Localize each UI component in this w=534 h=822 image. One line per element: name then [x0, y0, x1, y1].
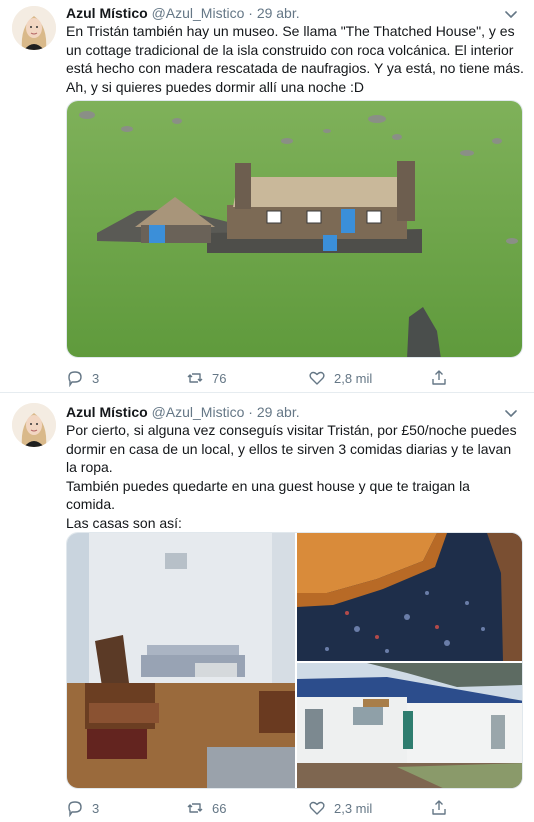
tweet-text-line: la ropa. — [66, 459, 113, 475]
tweet-actions: 3 76 2,8 mil — [66, 368, 466, 388]
house-exterior-image — [297, 663, 522, 788]
user-handle[interactable]: @Azul_Mistico — [152, 5, 245, 21]
tweet-1[interactable]: Azul Místico @Azul_Mistico · 29 abr. En … — [0, 0, 534, 392]
reply-count: 3 — [92, 800, 100, 816]
tweet-text: Por cierto, si alguna vez conseguís visi… — [66, 421, 528, 532]
reply-icon — [68, 801, 82, 817]
tweet-header: Azul Místico @Azul_Mistico · 29 abr. — [66, 4, 300, 22]
tweet-timestamp[interactable]: 29 abr. — [257, 5, 300, 21]
share-icon — [432, 370, 446, 385]
tweet-text-line: comida. — [66, 496, 116, 512]
like-count: 2,8 mil — [334, 370, 373, 386]
tweet-text-line: En Tristán también hay un museo. Se llam… — [66, 23, 515, 39]
retweet-count: 76 — [212, 370, 227, 386]
reply-count: 3 — [92, 370, 100, 386]
tweet-text-line: Por cierto, si alguna vez conseguís visi… — [66, 422, 517, 438]
tweet-timestamp[interactable]: 29 abr. — [257, 404, 300, 420]
tweet-text: En Tristán también hay un museo. Se llam… — [66, 22, 528, 96]
living-room-image — [67, 533, 295, 788]
tweet-actions: 3 66 2,3 mil — [66, 798, 466, 818]
separator-dot: · — [248, 5, 253, 21]
avatar[interactable] — [12, 6, 56, 50]
user-handle[interactable]: @Azul_Mistico — [152, 404, 245, 420]
retweet-count: 66 — [212, 800, 227, 816]
tweet-photo-grid — [66, 532, 523, 789]
house-exterior-photo[interactable] — [297, 663, 522, 788]
display-name[interactable]: Azul Místico — [66, 404, 148, 420]
retweet-icon — [187, 373, 203, 383]
reply-button[interactable]: 3 — [66, 798, 99, 818]
living-room-photo[interactable] — [67, 533, 295, 788]
like-button[interactable]: 2,8 mil — [308, 368, 372, 388]
reply-button[interactable]: 3 — [66, 368, 99, 388]
share-icon — [432, 800, 446, 815]
retweet-icon — [187, 803, 203, 813]
tweet-text-line: También puedes quedarte en una guest hou… — [66, 477, 470, 494]
chevron-down-icon[interactable] — [502, 5, 520, 23]
reply-icon — [68, 371, 82, 387]
heart-icon — [309, 371, 325, 385]
tweet-text-line: dormir en casa de un local, y ellos te s… — [66, 440, 512, 457]
chevron-down-icon[interactable] — [502, 404, 520, 422]
avatar-image — [12, 6, 56, 50]
tweet-text-line: Las casas son así: — [66, 514, 182, 531]
share-button[interactable] — [430, 798, 448, 818]
bedroom-carpet-photo[interactable] — [297, 533, 522, 661]
retweet-button[interactable]: 76 — [186, 368, 226, 388]
separator-dot: · — [248, 404, 253, 420]
share-button[interactable] — [430, 368, 448, 388]
thatched-house-photo — [67, 101, 522, 357]
retweet-button[interactable]: 66 — [186, 798, 226, 818]
display-name[interactable]: Azul Místico — [66, 5, 148, 21]
tweet-header: Azul Místico @Azul_Mistico · 29 abr. — [66, 403, 300, 421]
like-count: 2,3 mil — [334, 800, 373, 816]
tweet-text-line: está hecho con madera rescatada de naufr… — [66, 60, 524, 76]
avatar[interactable] — [12, 403, 56, 447]
like-button[interactable]: 2,3 mil — [308, 798, 372, 818]
tweet-photo[interactable] — [66, 100, 523, 358]
carpet-image — [297, 533, 522, 661]
tweet-text-line: un cottage tradicional de la isla constr… — [66, 41, 514, 58]
tweet-2[interactable]: Azul Místico @Azul_Mistico · 29 abr. Por… — [0, 393, 534, 822]
avatar-image — [12, 403, 56, 447]
tweet-text-line: Ah, y si quieres puedes dormir allí una … — [66, 78, 365, 95]
heart-icon — [309, 801, 325, 815]
